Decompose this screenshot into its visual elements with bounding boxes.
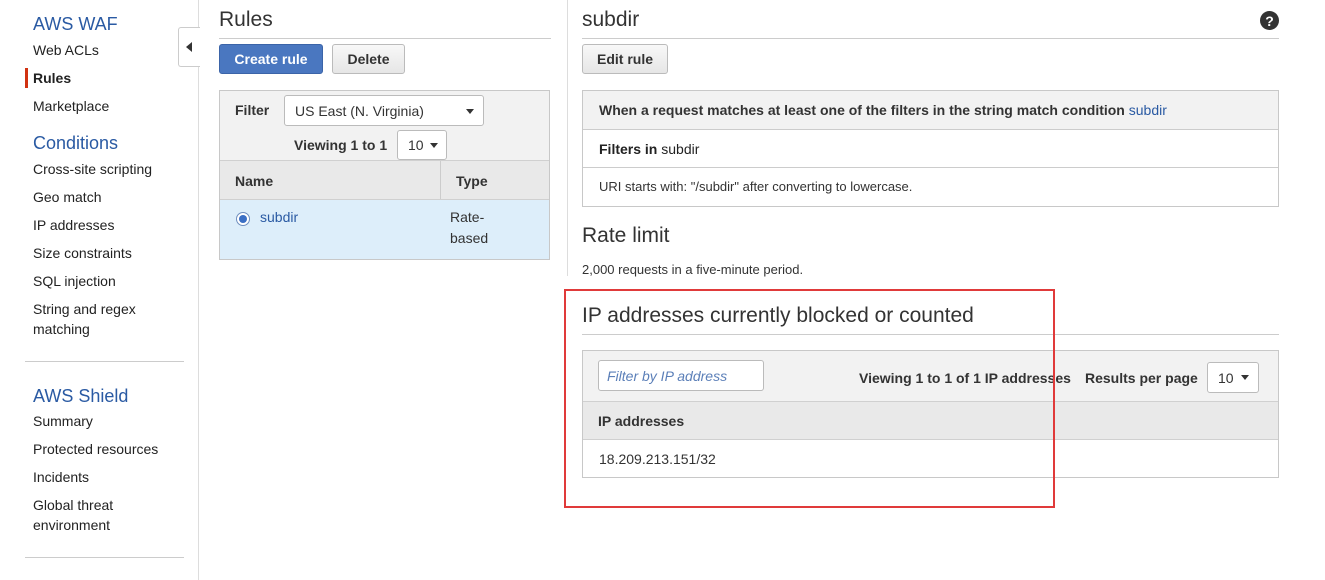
condition-description-text: When a request matches at least one of t… — [599, 102, 1125, 118]
filters-heading-bold: Filters in — [599, 141, 658, 157]
rules-title-divider — [219, 38, 551, 39]
ip-section-title: IP addresses currently blocked or counte… — [582, 304, 974, 327]
sidebar: AWS WAF Web ACLs Rules Marketplace Condi… — [0, 0, 199, 580]
ip-filter-input[interactable] — [598, 360, 764, 391]
sidebar-divider — [25, 557, 184, 558]
detail-title-divider — [582, 38, 1279, 39]
sidebar-item-cross-site-scripting[interactable]: Cross-site scripting — [33, 159, 152, 179]
chevron-down-icon — [1241, 375, 1249, 380]
sidebar-item-string-regex-line2[interactable]: matching — [33, 319, 90, 339]
region-filter-value: US East (N. Virginia) — [295, 102, 424, 119]
filters-heading-name: subdir — [661, 141, 700, 157]
results-per-page-value: 10 — [1218, 369, 1234, 386]
rule-detail-title: subdir — [582, 8, 640, 31]
sidebar-item-protected-resources[interactable]: Protected resources — [33, 439, 158, 459]
table-row[interactable]: subdir Rate- based — [220, 200, 549, 259]
ip-viewing-count: Viewing 1 to 1 of 1 IP addresses — [859, 370, 1071, 386]
sidebar-item-global-threat-line2[interactable]: environment — [33, 515, 110, 535]
caret-left-icon — [186, 42, 192, 52]
sidebar-item-size-constraints[interactable]: Size constraints — [33, 243, 132, 263]
table-row: 18.209.213.151/32 — [583, 440, 1278, 478]
rate-limit-title: Rate limit — [582, 224, 670, 247]
radio-dot — [239, 215, 247, 223]
rules-title: Rules — [219, 8, 273, 31]
rule-name-link[interactable]: subdir — [260, 209, 298, 225]
column-divider — [567, 0, 568, 276]
ip-table-toolbar: Viewing 1 to 1 of 1 IP addresses Results… — [583, 351, 1278, 401]
results-per-page-label: Results per page — [1085, 370, 1198, 386]
sidebar-item-summary[interactable]: Summary — [33, 411, 93, 431]
sidebar-item-rules[interactable]: Rules — [33, 68, 71, 88]
condition-box: When a request matches at least one of t… — [582, 90, 1279, 207]
column-header-name[interactable]: Name — [235, 173, 273, 189]
rule-type: Rate- — [450, 209, 485, 225]
sidebar-divider — [25, 361, 184, 362]
sidebar-item-ip-addresses[interactable]: IP addresses — [33, 215, 114, 235]
sidebar-item-sql-injection[interactable]: SQL injection — [33, 271, 116, 291]
column-separator — [440, 161, 441, 199]
rate-limit-text: 2,000 requests in a five-minute period. — [582, 262, 804, 277]
column-header-type[interactable]: Type — [456, 173, 488, 189]
sidebar-item-marketplace[interactable]: Marketplace — [33, 96, 109, 116]
edit-rule-button[interactable]: Edit rule — [582, 44, 668, 74]
results-per-page-select[interactable]: 10 — [1207, 362, 1259, 393]
rules-table: Filter US East (N. Virginia) Viewing 1 t… — [219, 90, 550, 260]
sidebar-title-aws-waf[interactable]: AWS WAF — [33, 14, 118, 35]
rules-table-toolbar: Filter US East (N. Virginia) Viewing 1 t… — [220, 91, 549, 160]
region-filter-select[interactable]: US East (N. Virginia) — [284, 95, 484, 126]
condition-description: When a request matches at least one of t… — [599, 102, 1167, 118]
sidebar-item-incidents[interactable]: Incidents — [33, 467, 89, 487]
active-marker — [25, 68, 28, 88]
filters-heading-row: Filters in subdir — [583, 130, 1278, 168]
delete-button[interactable]: Delete — [332, 44, 405, 74]
sidebar-item-global-threat[interactable]: Global threat — [33, 495, 113, 515]
condition-link[interactable]: subdir — [1129, 102, 1167, 118]
filter-description: URI starts with: "/subdir" after convert… — [599, 179, 913, 194]
page-size-value: 10 — [408, 137, 424, 153]
rules-table-header: Name Type — [220, 160, 549, 200]
filter-row: URI starts with: "/subdir" after convert… — [583, 168, 1278, 206]
viewing-count: Viewing 1 to 1 — [294, 137, 388, 153]
rule-type-line2: based — [450, 230, 489, 246]
radio-selected-icon[interactable] — [236, 212, 250, 226]
condition-header: When a request matches at least one of t… — [583, 91, 1278, 130]
page-size-select[interactable]: 10 — [397, 130, 447, 160]
sidebar-title-conditions[interactable]: Conditions — [33, 133, 118, 154]
ip-address-value: 18.209.213.151/32 — [599, 451, 716, 467]
help-icon[interactable]: ? — [1260, 11, 1279, 30]
chevron-down-icon — [466, 109, 474, 114]
ip-table: Viewing 1 to 1 of 1 IP addresses Results… — [582, 350, 1279, 478]
sidebar-item-string-regex[interactable]: String and regex — [33, 299, 136, 319]
ip-title-divider — [582, 334, 1279, 335]
filter-label: Filter — [235, 102, 270, 118]
create-rule-button[interactable]: Create rule — [219, 44, 323, 74]
sidebar-item-web-acls[interactable]: Web ACLs — [33, 40, 99, 60]
filters-heading: Filters in subdir — [599, 141, 699, 157]
sidebar-item-geo-match[interactable]: Geo match — [33, 187, 101, 207]
chevron-down-icon — [430, 143, 438, 148]
ip-table-header: IP addresses — [583, 401, 1278, 440]
sidebar-title-aws-shield[interactable]: AWS Shield — [33, 386, 128, 407]
column-header-ip-addresses[interactable]: IP addresses — [598, 413, 684, 429]
sidebar-collapse-button[interactable] — [178, 27, 200, 67]
